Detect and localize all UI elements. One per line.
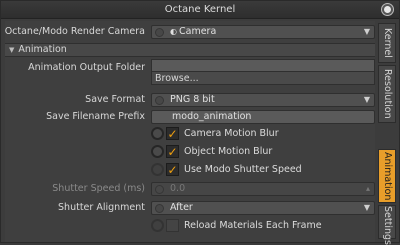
shutter-alignment-dropdown[interactable]: After ▼ [151, 201, 375, 215]
tab-settings[interactable]: Settings [378, 205, 396, 245]
save-format-dropdown[interactable]: PNG 8 bit ▼ [151, 93, 375, 107]
title-bar: Octane Kernel [1, 1, 399, 19]
section-title: Animation [18, 44, 67, 55]
channel-lock-icon[interactable] [155, 28, 164, 37]
chevron-down-icon: ▼ [363, 203, 370, 212]
chevron-down-icon: ▼ [363, 95, 370, 104]
filename-prefix-value: modo_animation [172, 111, 252, 122]
window-title: Octane Kernel [164, 4, 236, 15]
collapse-triangle-icon[interactable]: ▼ [9, 46, 14, 54]
use-modo-shutter-row: ✓ Use Modo Shutter Speed [151, 162, 375, 178]
render-camera-row: Octane/Modo Render Camera ◐ Camera ▼ [5, 25, 375, 39]
browse-button[interactable]: Browse... [151, 71, 375, 85]
chevron-down-icon: ▼ [363, 27, 370, 36]
channel-toggle-icon[interactable] [151, 127, 164, 140]
shutter-alignment-label: Shutter Alignment [58, 202, 145, 213]
channel-toggle-icon[interactable] [151, 145, 164, 158]
channel-toggle-icon[interactable] [151, 219, 164, 232]
channel-lock-icon[interactable] [155, 204, 164, 213]
render-camera-value: Camera [178, 26, 217, 37]
tab-kernel[interactable]: Kernel [378, 23, 396, 63]
shutter-speed-label: Shutter Speed (ms) [52, 183, 145, 194]
output-folder-path[interactable] [151, 59, 375, 71]
save-format-row: Save Format PNG 8 bit ▼ [5, 93, 375, 107]
use-modo-shutter-checkbox[interactable]: ✓ [166, 163, 179, 176]
object-motion-blur-label: Object Motion Blur [184, 146, 273, 157]
save-format-value: PNG 8 bit [170, 94, 215, 105]
animation-section-header[interactable]: ▼ Animation [5, 43, 375, 57]
spinner-icon: ▴ [365, 184, 370, 193]
vertical-tab-strip: Kernel Resolution Animation Settings [377, 21, 397, 245]
filename-prefix-input[interactable]: modo_animation [151, 110, 375, 124]
shutter-speed-value: 0.0 [170, 183, 186, 194]
camera-icon: ◐ [170, 27, 177, 36]
shutter-alignment-row: Shutter Alignment After ▼ [5, 201, 375, 215]
tab-animation[interactable]: Animation [378, 149, 396, 203]
filename-prefix-label: Save Filename Prefix [46, 111, 145, 122]
reload-materials-label: Reload Materials Each Frame [184, 220, 322, 231]
camera-motion-blur-row: ✓ Camera Motion Blur [151, 126, 375, 142]
shutter-speed-input: 0.0 ▴ [151, 182, 375, 196]
render-camera-label: Octane/Modo Render Camera [4, 26, 145, 37]
reload-materials-checkbox[interactable] [166, 219, 179, 232]
shutter-alignment-value: After [170, 202, 193, 213]
kernel-panel: Octane/Modo Render Camera ◐ Camera ▼ ▼ Ani… [5, 21, 375, 242]
channel-lock-icon [155, 185, 164, 194]
object-motion-blur-checkbox[interactable]: ✓ [166, 145, 179, 158]
camera-motion-blur-label: Camera Motion Blur [184, 128, 279, 139]
reload-materials-row: Reload Materials Each Frame [151, 218, 375, 234]
output-folder-label: Animation Output Folder [28, 62, 145, 73]
channel-toggle-icon[interactable] [151, 163, 164, 176]
octane-kernel-window: Octane Kernel Octane/Modo Render Camera … [0, 0, 400, 245]
object-motion-blur-row: ✓ Object Motion Blur [151, 144, 375, 160]
render-camera-dropdown[interactable]: ◐ Camera ▼ [151, 25, 375, 39]
shutter-speed-row: Shutter Speed (ms) 0.0 ▴ [5, 182, 375, 196]
filename-prefix-row: Save Filename Prefix modo_animation [5, 110, 375, 124]
camera-motion-blur-checkbox[interactable]: ✓ [166, 127, 179, 140]
save-format-label: Save Format [85, 94, 145, 105]
channel-lock-icon[interactable] [155, 96, 164, 105]
tab-resolution[interactable]: Resolution [378, 65, 396, 123]
use-modo-shutter-label: Use Modo Shutter Speed [184, 164, 302, 175]
window-close-icon[interactable] [382, 4, 393, 15]
